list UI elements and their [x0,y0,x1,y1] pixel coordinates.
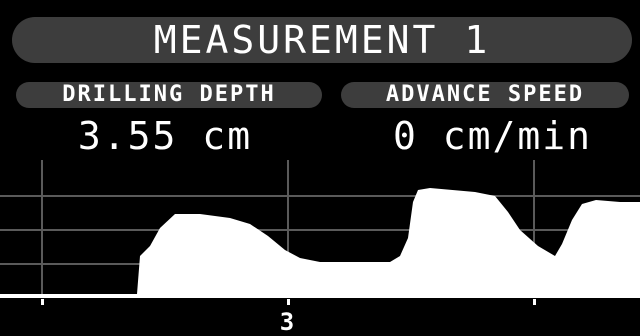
drilling-depth-value: 3.55 cm [77,114,253,158]
drilling-profile-graph [0,160,640,305]
axis-tick [41,299,44,305]
advance-speed-label-pill: ADVANCE SPEED [341,82,629,108]
drilling-depth-label-pill: DRILLING DEPTH [16,82,322,108]
axis-ticks [41,299,536,305]
title-bar: MEASUREMENT 1 [12,17,632,63]
measurement-title: MEASUREMENT 1 [153,18,491,62]
drilling-profile-area [137,188,640,294]
advance-speed-label: ADVANCE SPEED [385,82,585,107]
x-axis-marker-label: 3 [279,308,295,336]
advance-speed-value: 0 cm/min [392,114,593,158]
drilling-depth-label: DRILLING DEPTH [62,82,276,107]
axis-tick [287,299,290,305]
axis-tick [533,299,536,305]
